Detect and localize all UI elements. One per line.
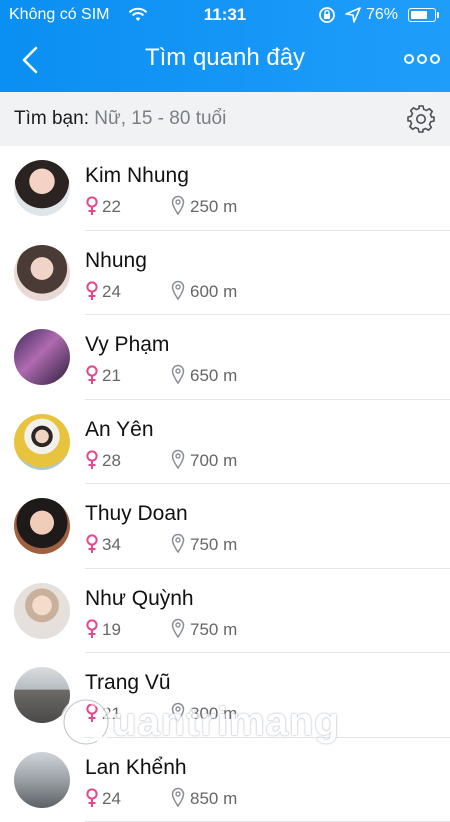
location-pin-icon <box>171 364 185 384</box>
person-row[interactable]: Kim Nhung 22 250 m <box>0 146 450 231</box>
location-pin-icon <box>171 533 185 553</box>
person-name: Nhung <box>85 249 147 273</box>
female-icon <box>85 619 99 639</box>
rotation-lock-icon <box>318 6 336 24</box>
person-meta: 19 750 m <box>85 619 385 641</box>
person-distance: 700 m <box>190 451 237 471</box>
person-name: An Yên <box>85 418 154 442</box>
location-pin-icon <box>171 618 185 638</box>
avatar[interactable] <box>14 414 70 470</box>
person-distance: 600 m <box>190 282 237 302</box>
location-pin-icon <box>171 195 185 215</box>
avatar[interactable] <box>14 752 70 808</box>
person-row[interactable]: Nhung 24 600 m <box>0 231 450 316</box>
person-meta: 24 600 m <box>85 281 385 303</box>
person-distance: 800 m <box>190 704 237 724</box>
battery-icon <box>408 8 436 22</box>
person-row[interactable]: An Yên 28 700 m <box>0 400 450 485</box>
avatar[interactable] <box>14 245 70 301</box>
location-arrow-icon <box>345 7 361 23</box>
filter-value: Nữ, 15 - 80 tuổi <box>94 108 226 129</box>
person-name: Thuy Doan <box>85 502 188 526</box>
avatar[interactable] <box>14 583 70 639</box>
battery-percent: 76% <box>366 6 398 24</box>
person-name: Kim Nhung <box>85 164 189 188</box>
person-row[interactable]: Trang Vũ 21 800 m <box>0 653 450 738</box>
status-bar: Không có SIM 11:31 76% <box>0 0 450 30</box>
person-age: 21 <box>102 366 121 386</box>
settings-gear-button[interactable] <box>406 104 436 134</box>
nav-bar: Tìm quanh đây <box>0 30 450 92</box>
female-icon <box>85 365 99 385</box>
people-list: Kim Nhung 22 250 m Nhung 24 <box>0 146 450 822</box>
person-name: Trang Vũ <box>85 671 171 695</box>
person-age: 19 <box>102 620 121 640</box>
person-row[interactable]: Như Quỳnh 19 750 m <box>0 569 450 654</box>
person-age: 22 <box>102 197 121 217</box>
female-icon <box>85 788 99 808</box>
location-pin-icon <box>171 702 185 722</box>
female-icon <box>85 281 99 301</box>
person-age: 34 <box>102 535 121 555</box>
person-meta: 22 250 m <box>85 196 385 218</box>
person-age: 24 <box>102 282 121 302</box>
person-row[interactable]: Vy Phạm 21 650 m <box>0 315 450 400</box>
person-row[interactable]: Lan Khểnh 24 850 m <box>0 738 450 822</box>
filter-bar[interactable]: Tìm bạn: Nữ, 15 - 80 tuổi <box>0 92 450 146</box>
filter-label: Tìm bạn: <box>14 108 89 129</box>
female-icon <box>85 196 99 216</box>
person-meta: 28 700 m <box>85 450 385 472</box>
person-distance: 650 m <box>190 366 237 386</box>
person-name: Lan Khểnh <box>85 756 187 780</box>
avatar[interactable] <box>14 329 70 385</box>
person-name: Vy Phạm <box>85 333 169 357</box>
location-pin-icon <box>171 449 185 469</box>
person-distance: 750 m <box>190 535 237 555</box>
female-icon <box>85 450 99 470</box>
top-bar: Không có SIM 11:31 76% Tìm quanh đây <box>0 0 450 92</box>
female-icon <box>85 534 99 554</box>
person-meta: 21 650 m <box>85 365 385 387</box>
person-distance: 250 m <box>190 197 237 217</box>
person-age: 21 <box>102 704 121 724</box>
page-title: Tìm quanh đây <box>0 44 450 72</box>
more-options-button[interactable] <box>404 48 440 70</box>
person-age: 28 <box>102 451 121 471</box>
avatar[interactable] <box>14 667 70 723</box>
person-meta: 21 800 m <box>85 703 385 725</box>
person-row[interactable]: Thuy Doan 34 750 m <box>0 484 450 569</box>
location-pin-icon <box>171 787 185 807</box>
location-pin-icon <box>171 280 185 300</box>
person-name: Như Quỳnh <box>85 587 194 611</box>
female-icon <box>85 703 99 723</box>
person-distance: 750 m <box>190 620 237 640</box>
filter-text: Tìm bạn: Nữ, 15 - 80 tuổi <box>14 108 226 130</box>
avatar[interactable] <box>14 498 70 554</box>
person-meta: 34 750 m <box>85 534 385 556</box>
avatar[interactable] <box>14 160 70 216</box>
